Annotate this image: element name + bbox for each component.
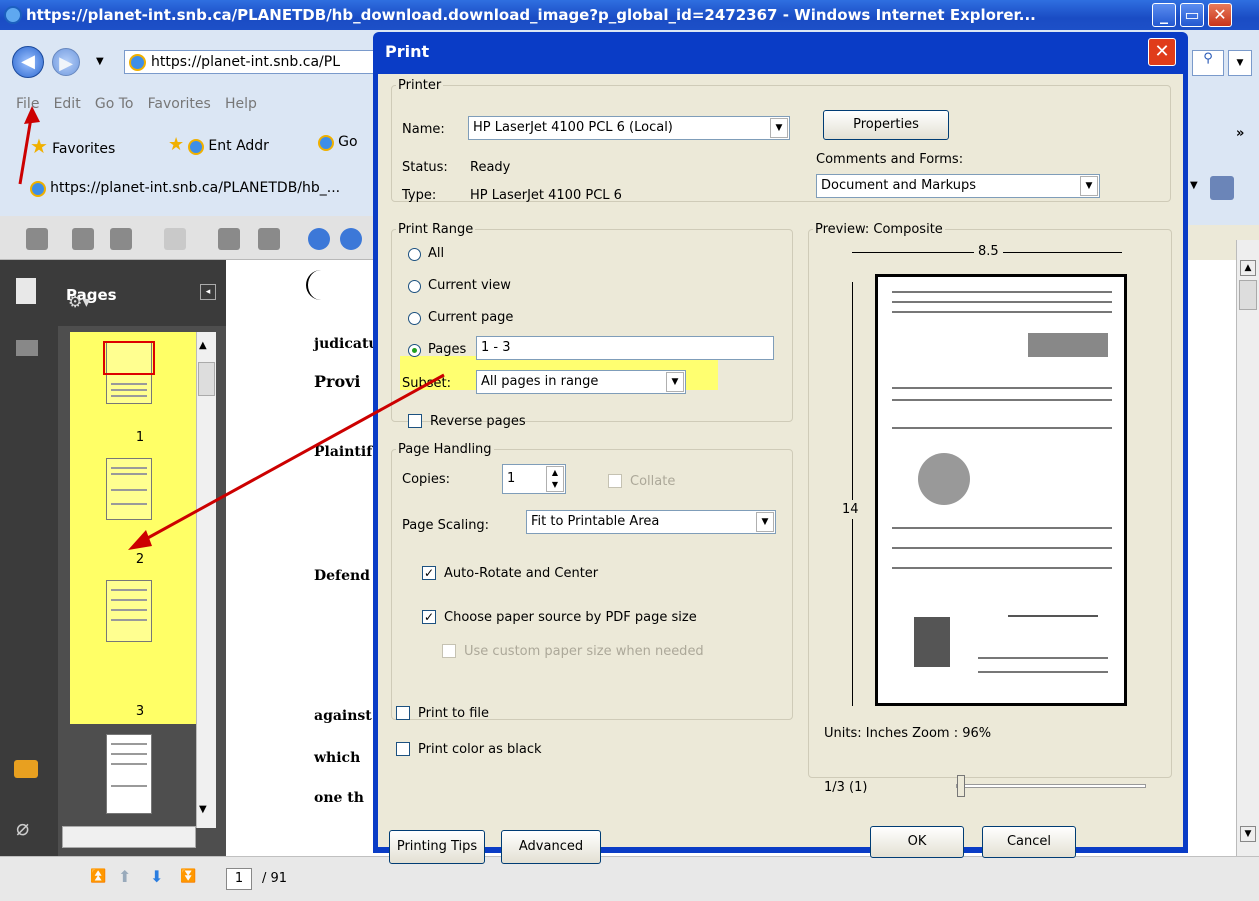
arrow-head-thumbnail [128,530,152,550]
annotation-arrows [18,106,445,550]
arrow-head-file-menu [24,106,40,124]
arrow-to-thumbnail [134,373,445,547]
